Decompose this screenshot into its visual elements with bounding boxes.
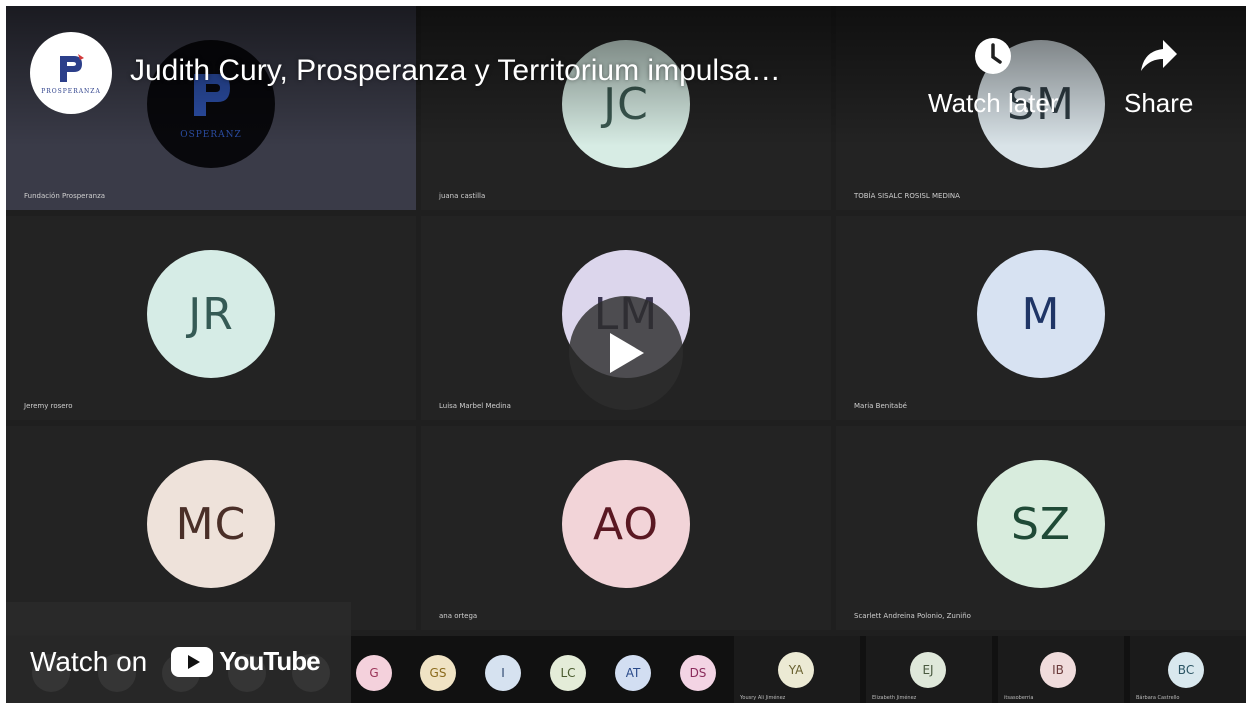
participant-avatar: JR [147,250,275,378]
strip-tile-name: Yousry Ali Jiménez [740,695,786,701]
watch-on-youtube-link[interactable]: Watch on YouTube [6,620,351,703]
share-label: Share [1124,88,1194,118]
strip-tile-name: Bárbara Castrello [1136,695,1180,701]
participant-tile: JR Jeremy rosero [6,216,416,420]
watch-later-button[interactable]: Watch later [928,34,1059,119]
participant-tile: SZ Scarlett Andreina Polonio, Zuniño [836,426,1246,630]
youtube-logo-icon [171,646,214,677]
channel-logo-text: PROSPERANZA [41,87,101,95]
participant-name: Scarlett Andreina Polonio, Zuniño [854,612,971,620]
participant-tile: JC juana castilla [421,6,831,210]
participant-name: juana castilla [439,192,486,200]
youtube-logo: YouTube [171,646,321,677]
participant-name: Maria Benitabé [854,402,907,410]
participant-avatar: M [977,250,1105,378]
clock-icon [971,34,1015,78]
participant-tile: M Maria Benitabé [836,216,1246,420]
youtube-wordmark: YouTube [219,646,320,676]
participant-tile: AO ana ortega [421,426,831,630]
watch-later-label: Watch later [928,88,1059,118]
strip-tile-name: itsasoberria [1004,695,1034,701]
strip-avatar: YA [778,652,814,688]
strip-avatar: DS [680,655,716,691]
strip-avatar: GS [420,655,456,691]
share-button[interactable]: Share [1124,34,1193,119]
participant-name: ana ortega [439,612,478,620]
strip-avatar: I [485,655,521,691]
participant-avatar: MC [147,460,275,588]
strip-avatar: AT [615,655,651,691]
strip-avatar: G [356,655,392,691]
participant-name: Jeremy rosero [24,402,73,410]
logo-avatar-text: OSPERANZ [180,130,242,140]
play-button[interactable] [569,296,683,410]
watch-on-label: Watch on [30,645,148,677]
participant-name: Luisa Marbel Medina [439,402,511,410]
strip-avatar: IB [1040,652,1076,688]
channel-avatar[interactable]: PROSPERANZA [30,32,112,114]
video-player[interactable]: OSPERANZ Fundación Prosperanza JC juana … [6,6,1246,703]
participant-name: Fundación Prosperanza [24,192,106,200]
strip-avatar: EJ [910,652,946,688]
participant-avatar: SZ [977,460,1105,588]
share-arrow-icon [1137,34,1181,78]
play-icon [610,333,644,373]
participant-name: TOBÍA SISALC ROSISL MEDINA [854,192,960,200]
strip-avatar: BC [1168,652,1204,688]
strip-avatar: LC [550,655,586,691]
prosperanza-p-icon [60,53,84,82]
strip-tile-name: Elizabeth Jiménez [872,695,917,701]
participant-avatar: AO [562,460,690,588]
video-title-link[interactable]: Judith Cury, Prosperanza y Territorium i… [130,54,781,88]
participant-tile: MC [6,426,416,630]
